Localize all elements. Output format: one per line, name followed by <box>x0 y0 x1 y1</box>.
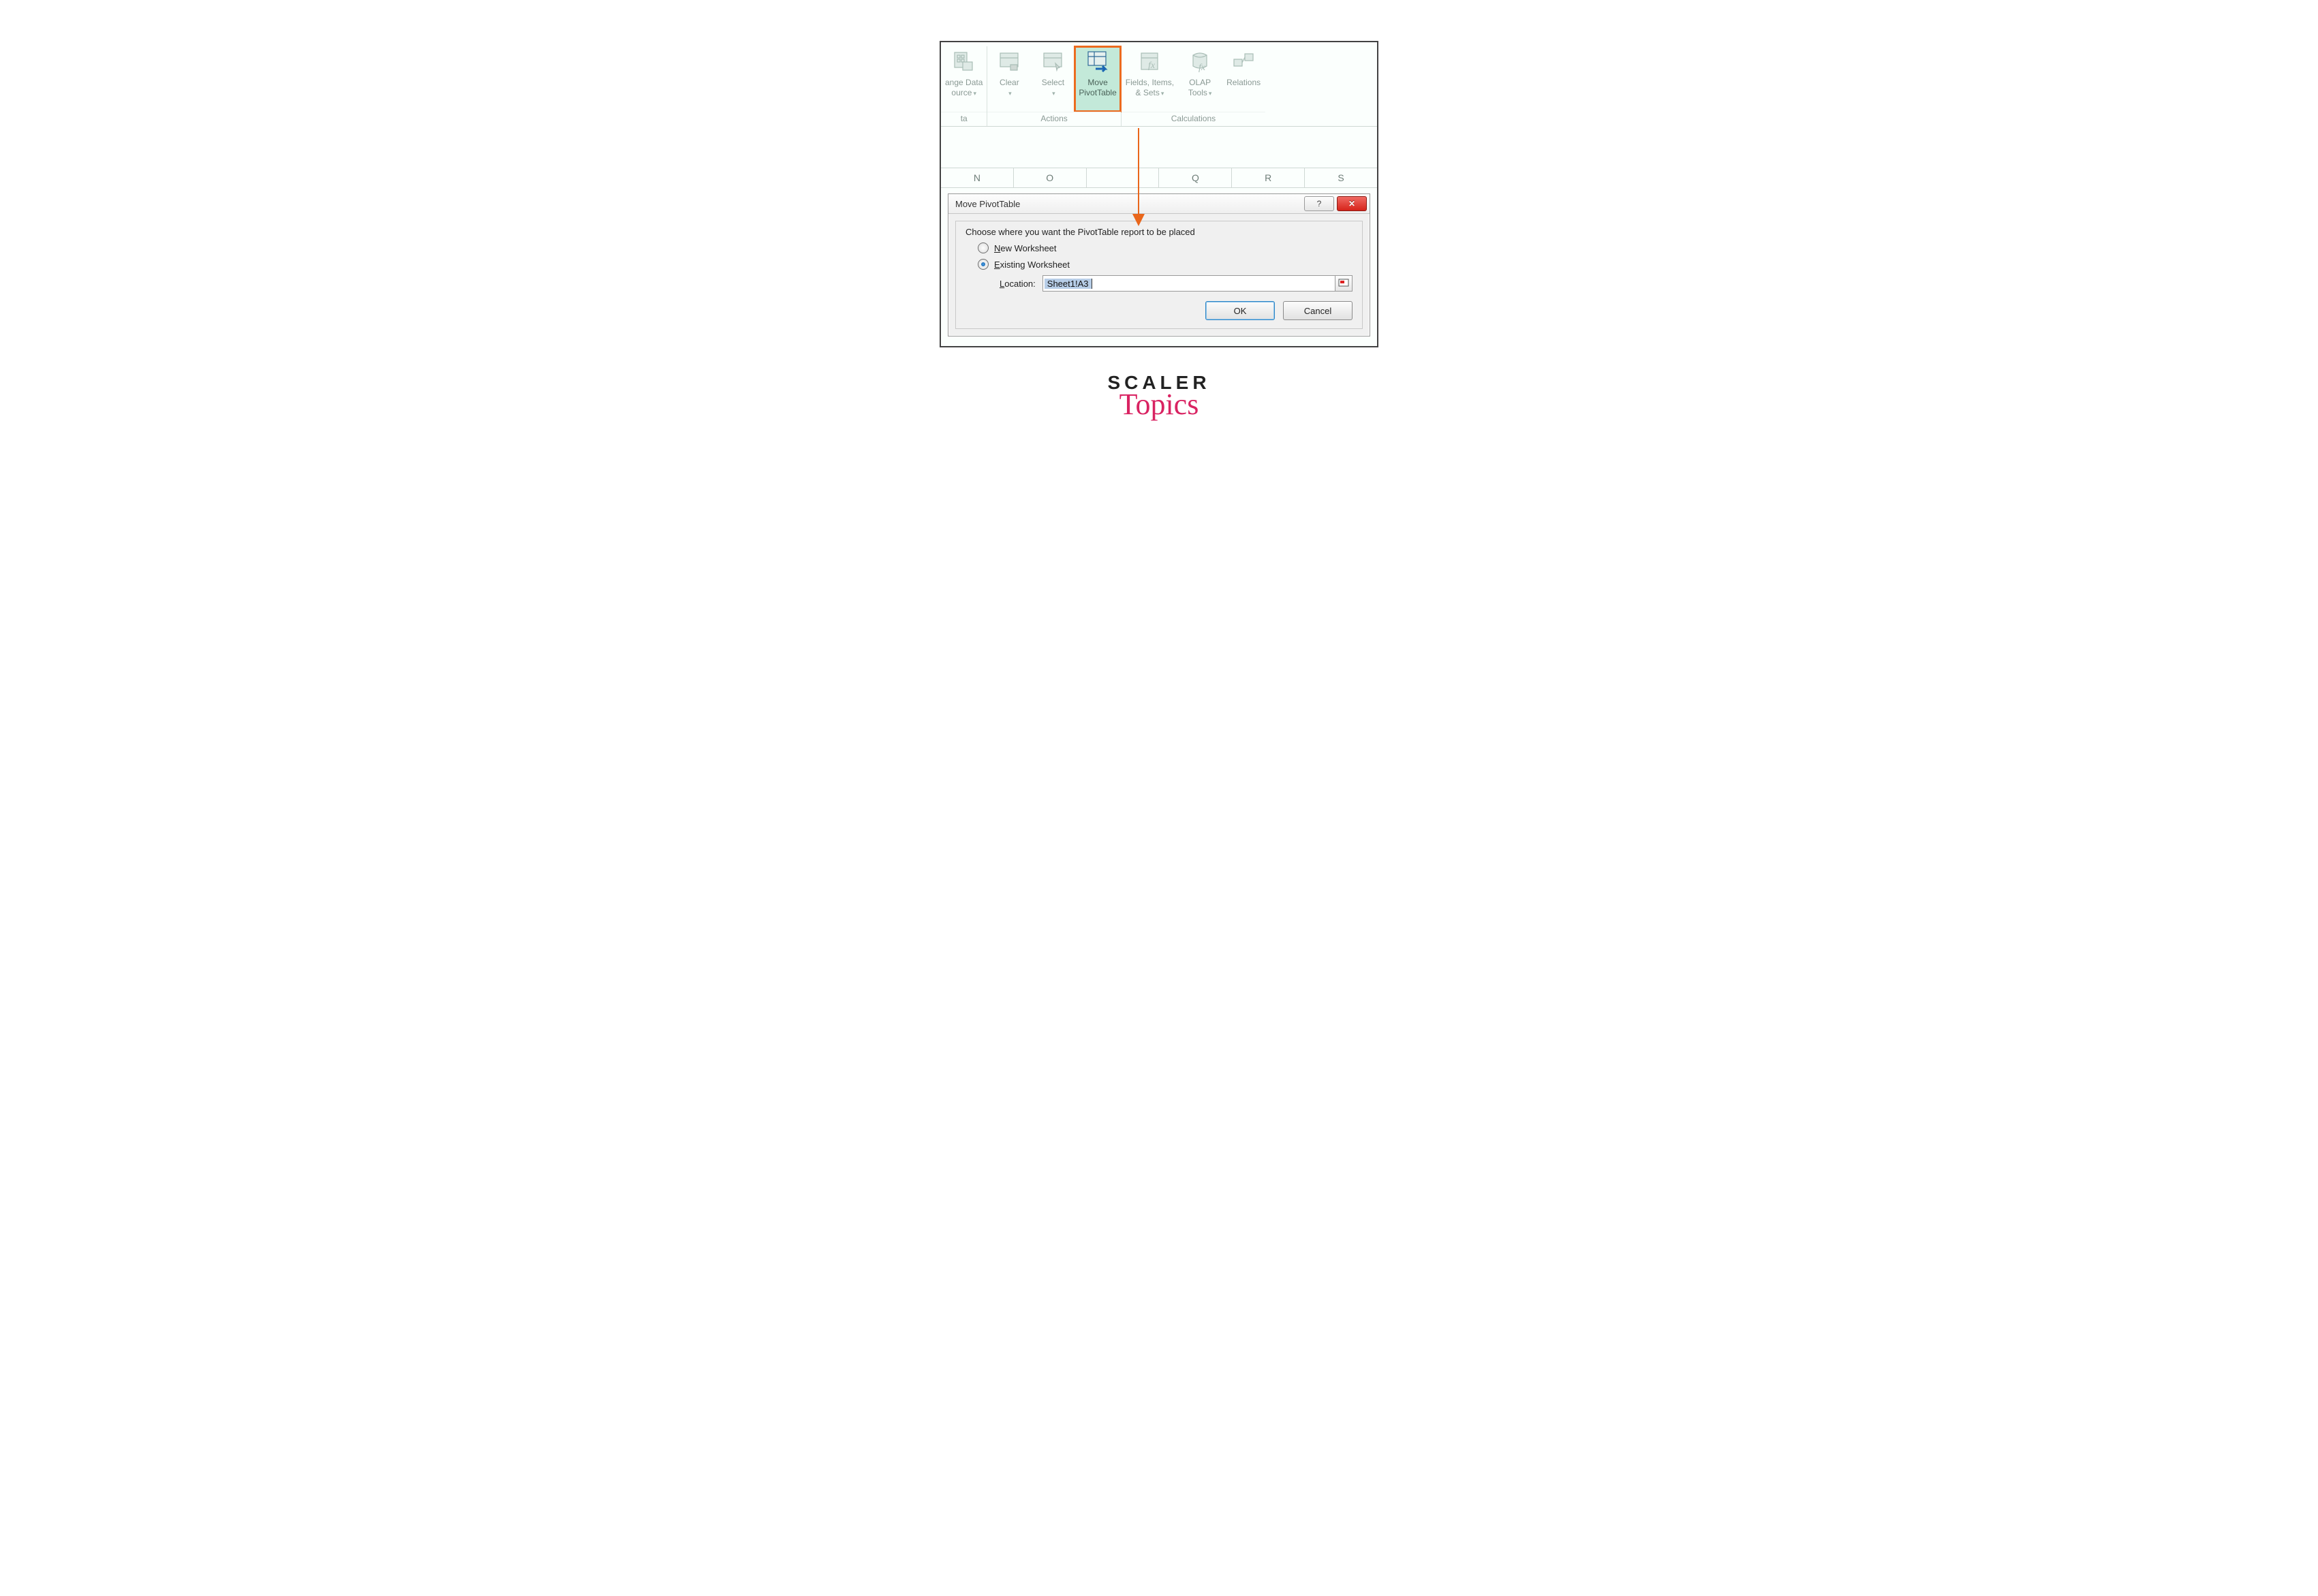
column-header[interactable]: N <box>941 168 1014 188</box>
svg-text:fx: fx <box>1148 61 1156 71</box>
ribbon-group-data: ange Data ource▾ ta <box>941 46 987 126</box>
radio-label: ew Worksheet <box>1000 243 1056 253</box>
olap-icon: fx <box>1187 49 1213 75</box>
location-value: Sheet1!A3 <box>1045 279 1092 289</box>
button-label: ange Data <box>945 78 983 87</box>
radio-icon <box>978 242 989 253</box>
button-label-2: ource <box>951 88 972 97</box>
ribbon: ange Data ource▾ ta Clear ▾ Select ▾ <box>941 42 1377 127</box>
radio-new-worksheet[interactable]: New Worksheet <box>978 242 1353 253</box>
cancel-button[interactable]: Cancel <box>1283 301 1353 320</box>
chevron-down-icon: ▾ <box>1161 90 1164 97</box>
button-label-2: & Sets <box>1136 88 1160 97</box>
ok-button[interactable]: OK <box>1205 301 1275 320</box>
ribbon-group-calculations: fx Fields, Items, & Sets▾ fx OLAP Tools▾… <box>1122 46 1265 126</box>
button-label: OLAP <box>1189 78 1211 87</box>
screenshot-frame: ange Data ource▾ ta Clear ▾ Select ▾ <box>940 41 1378 347</box>
brand-line2: Topics <box>1107 387 1210 422</box>
column-headers: N O Q R S <box>941 168 1377 188</box>
relations-button[interactable]: Relations <box>1222 46 1265 112</box>
callout-arrow <box>1138 128 1139 218</box>
change-data-source-button[interactable]: ange Data ource▾ <box>941 46 987 112</box>
close-button[interactable]: ✕ <box>1337 196 1367 211</box>
button-label: Select <box>1042 78 1064 87</box>
chevron-down-icon: ▾ <box>1052 90 1055 97</box>
dialog-body: Choose where you want the PivotTable rep… <box>955 221 1363 329</box>
location-row: Location: Sheet1!A3 <box>1000 275 1353 292</box>
callout-arrow-head <box>1132 214 1145 226</box>
clear-button[interactable]: Clear ▾ <box>987 46 1031 112</box>
chevron-down-icon: ▾ <box>1008 90 1012 97</box>
chevron-down-icon: ▾ <box>1209 90 1212 97</box>
move-pivottable-icon <box>1085 49 1111 75</box>
column-header[interactable] <box>1087 168 1160 188</box>
data-source-icon <box>951 49 977 75</box>
relations-icon <box>1231 49 1256 75</box>
ribbon-group-label: ta <box>941 112 987 126</box>
chevron-down-icon: ▾ <box>973 90 976 97</box>
button-label: Move <box>1087 78 1107 87</box>
radio-existing-worksheet[interactable]: Existing Worksheet <box>978 259 1353 270</box>
location-label: Location: <box>1000 279 1036 289</box>
range-selector-button[interactable] <box>1335 275 1353 292</box>
ribbon-group-actions: Clear ▾ Select ▾ Move PivotTable Actions <box>987 46 1121 126</box>
select-icon <box>1040 49 1066 75</box>
select-button[interactable]: Select ▾ <box>1031 46 1075 112</box>
column-header[interactable]: O <box>1014 168 1087 188</box>
ribbon-group-label: Calculations <box>1122 112 1265 126</box>
move-pivottable-button[interactable]: Move PivotTable <box>1075 46 1120 112</box>
dialog-actions: OK Cancel <box>965 301 1353 320</box>
clear-icon <box>996 49 1022 75</box>
column-header[interactable]: Q <box>1159 168 1232 188</box>
button-label-2: PivotTable <box>1079 88 1116 97</box>
svg-text:fx: fx <box>1199 63 1206 73</box>
fields-items-sets-button[interactable]: fx Fields, Items, & Sets▾ <box>1122 46 1178 112</box>
button-label: Clear <box>1000 78 1019 87</box>
button-label-2: Tools <box>1188 88 1207 97</box>
location-input[interactable]: Sheet1!A3 <box>1042 275 1335 292</box>
brand-watermark: SCALER Topics <box>1107 372 1210 422</box>
radio-label: xisting Worksheet <box>1000 260 1070 270</box>
column-header[interactable]: R <box>1232 168 1305 188</box>
ribbon-group-label: Actions <box>987 112 1120 126</box>
dialog-title: Move PivotTable <box>948 199 1304 209</box>
button-label: Relations <box>1226 78 1261 87</box>
dialog-titlebar: Move PivotTable ? ✕ <box>948 194 1370 214</box>
olap-tools-button[interactable]: fx OLAP Tools▾ <box>1178 46 1222 112</box>
fields-icon: fx <box>1137 49 1162 75</box>
dialog-group-label: Choose where you want the PivotTable rep… <box>965 227 1353 237</box>
column-header[interactable]: S <box>1305 168 1377 188</box>
move-pivottable-dialog: Move PivotTable ? ✕ Choose where you wan… <box>948 193 1370 337</box>
radio-icon <box>978 259 989 270</box>
button-label: Fields, Items, <box>1126 78 1174 87</box>
help-button[interactable]: ? <box>1304 196 1334 211</box>
